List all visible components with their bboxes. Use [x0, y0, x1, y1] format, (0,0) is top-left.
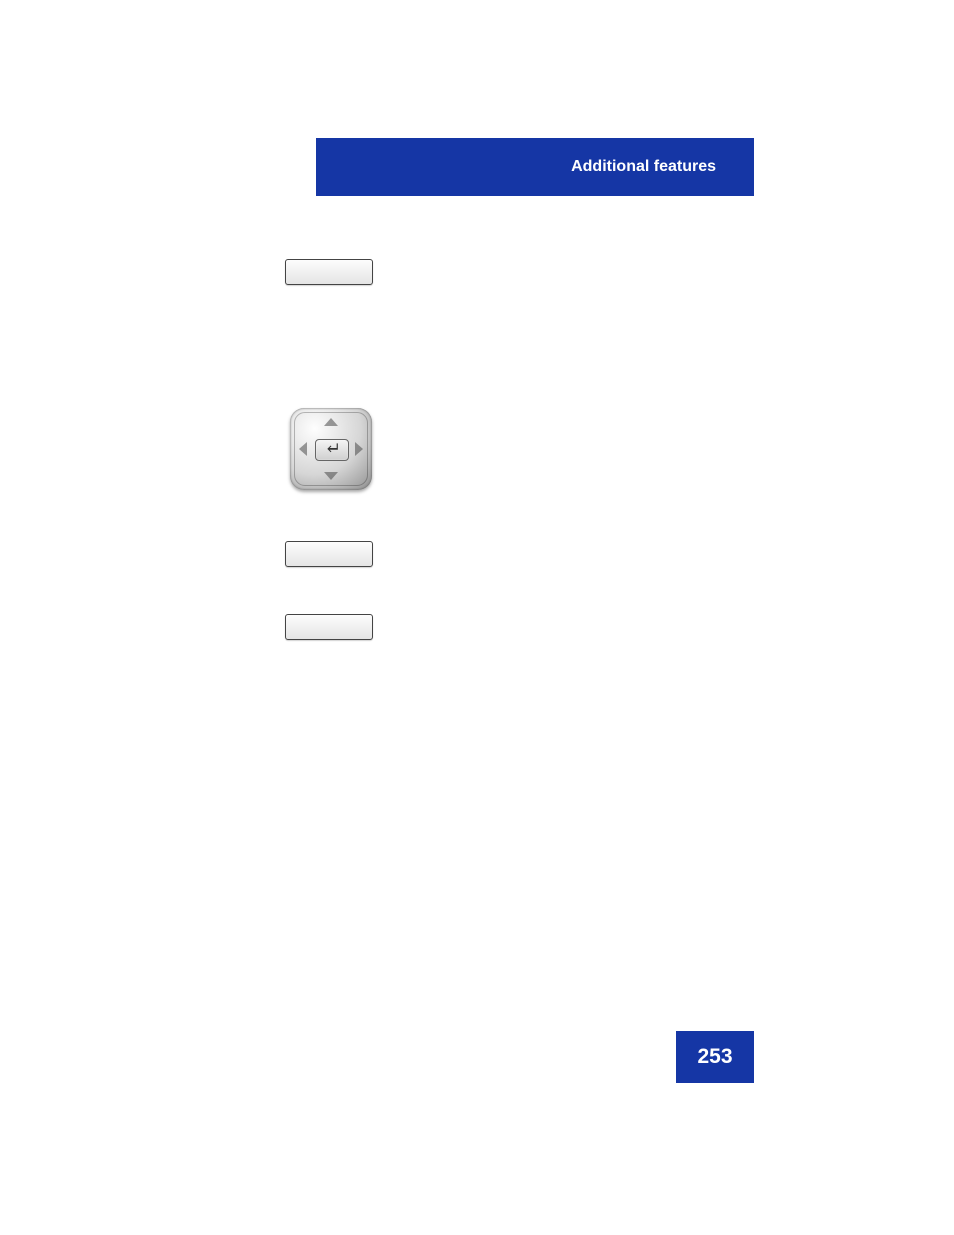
soft-key-2 — [285, 541, 373, 567]
enter-icon — [325, 441, 339, 459]
page-number: 253 — [697, 1045, 732, 1069]
soft-key-1 — [285, 259, 373, 285]
section-header: Additional features — [316, 138, 754, 196]
chevron-down-icon — [324, 472, 338, 480]
chevron-right-icon — [355, 442, 363, 456]
enter-button — [315, 439, 349, 461]
soft-key-3 — [285, 614, 373, 640]
navigation-cluster — [290, 408, 372, 490]
page-number-box: 253 — [676, 1031, 754, 1083]
chevron-left-icon — [299, 442, 307, 456]
section-header-title: Additional features — [571, 158, 716, 176]
chevron-up-icon — [324, 418, 338, 426]
